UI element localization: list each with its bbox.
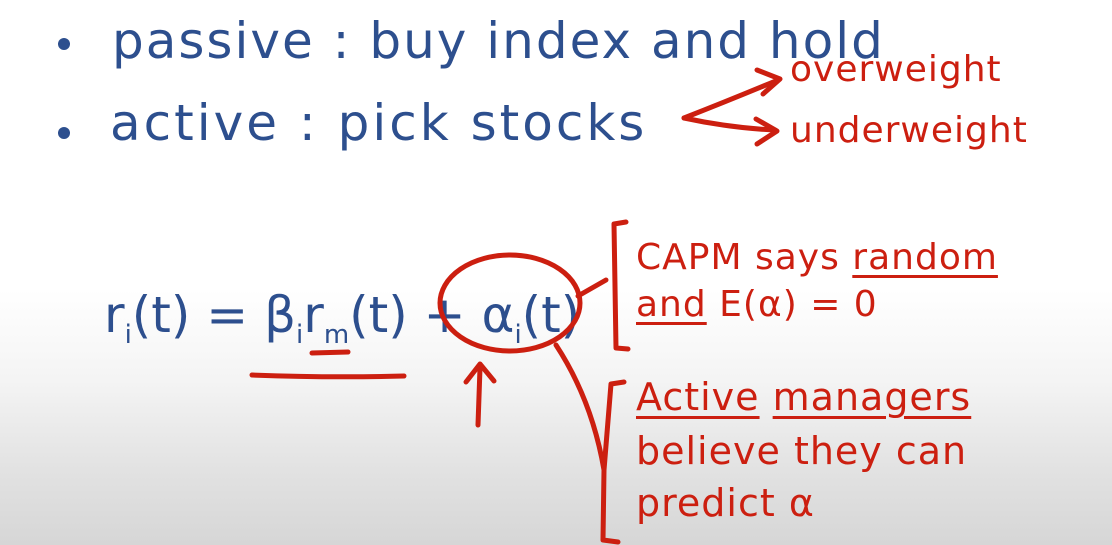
capm-bracket bbox=[611, 219, 631, 352]
eq-sub-i-alpha: i bbox=[514, 320, 522, 350]
eq-rm: r bbox=[303, 286, 324, 344]
capm-and: and bbox=[636, 284, 707, 325]
underweight-arrowhead bbox=[753, 116, 780, 147]
overweight-arrow bbox=[681, 77, 781, 121]
bullet-dot-passive bbox=[58, 38, 70, 50]
eq-t1: (t) = bbox=[131, 286, 265, 344]
managers-word: managers bbox=[772, 375, 972, 419]
active-line: active : pick stocks bbox=[110, 94, 648, 152]
beta-underline bbox=[249, 372, 407, 380]
rm-underline bbox=[309, 349, 351, 356]
capm-says: CAPM says bbox=[636, 237, 853, 278]
alpha-to-capm-link bbox=[575, 277, 609, 299]
overweight-label: overweight bbox=[790, 49, 1002, 90]
alpha-to-active-link bbox=[553, 342, 607, 473]
capm-note-line1: CAPM says random bbox=[636, 240, 998, 276]
capm-expectation: E(α) = 0 bbox=[706, 284, 878, 325]
overweight-arrowhead bbox=[754, 67, 783, 97]
return-equation: ri(t) = βirm(t) + αi(t) bbox=[104, 290, 580, 348]
eq-t2: (t) + bbox=[349, 286, 482, 344]
bullet-dot-active bbox=[58, 127, 70, 139]
active-word: Active bbox=[636, 375, 760, 419]
eq-r: r bbox=[104, 286, 125, 344]
passive-line: passive : buy index and hold bbox=[112, 12, 885, 70]
underweight-label: underweight bbox=[790, 110, 1028, 151]
alpha-up-arrow bbox=[475, 365, 483, 428]
eq-beta: β bbox=[264, 286, 297, 344]
capm-note-line2: and E(α) = 0 bbox=[636, 287, 878, 323]
active-managers-line3: predict α bbox=[636, 481, 815, 525]
eq-alpha: α bbox=[481, 286, 515, 344]
active-bracket bbox=[600, 379, 627, 545]
eq-sub-m: m bbox=[323, 320, 350, 350]
eq-sub-i: i bbox=[124, 320, 132, 350]
underweight-arrow bbox=[681, 115, 778, 133]
eq-t3: (t) bbox=[521, 286, 581, 344]
alpha-up-arrowhead bbox=[463, 361, 497, 385]
capm-random: random bbox=[852, 237, 998, 278]
active-managers-line2: believe they can bbox=[636, 429, 968, 473]
active-managers-line1: Active managers bbox=[636, 378, 971, 416]
